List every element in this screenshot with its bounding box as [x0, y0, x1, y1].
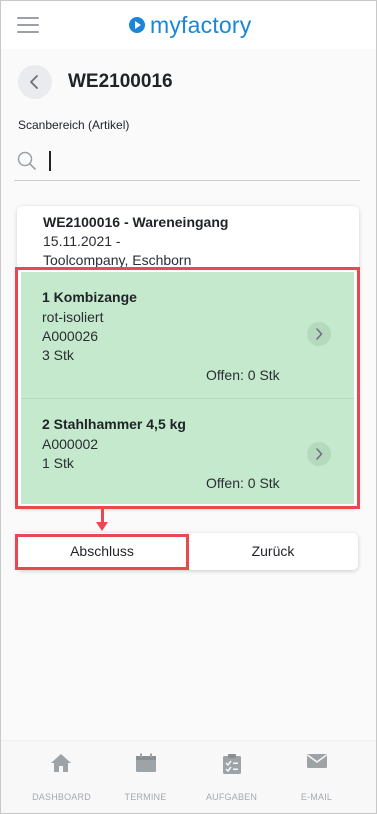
item-description: rot-isoliert: [42, 309, 104, 325]
item-quantity: 3 Stk: [42, 347, 74, 363]
list-item[interactable]: 2 Stahlhammer 4,5 kg A000002 1 Stk Offen…: [21, 398, 354, 504]
logo: myfactory: [129, 11, 251, 39]
app-header: myfactory: [1, 1, 376, 49]
bottom-navigation: DASHBOARD TERMINE AUFGABEN E-MAIL: [1, 740, 376, 813]
clipboard-icon: [223, 754, 241, 774]
item-number: A000002: [42, 436, 99, 452]
nav-tasks[interactable]: AUFGABEN: [185, 741, 278, 814]
nav-label: AUFGABEN: [205, 792, 258, 802]
back-button[interactable]: [18, 65, 52, 99]
menu-icon[interactable]: [17, 17, 39, 33]
search-underline: [14, 180, 360, 181]
item-list: 1 Kombizange rot-isoliert A000026 3 Stk …: [21, 272, 354, 504]
nav-label: E-MAIL: [300, 792, 333, 802]
logo-text: myfactory: [150, 11, 252, 38]
logo-play-icon: [129, 17, 145, 33]
item-detail-button[interactable]: [307, 442, 331, 466]
chevron-right-icon: [316, 328, 323, 340]
item-name: 2 Stahlhammer 4,5 kg: [42, 416, 186, 432]
page-title: WE2100016: [68, 71, 173, 92]
calendar-icon: [136, 753, 156, 772]
item-open-quantity: Offen: 0 Stk: [206, 475, 280, 491]
finish-button[interactable]: Abschluss: [17, 533, 187, 570]
item-number: A000026: [42, 328, 99, 344]
nav-label: DASHBOARD: [32, 792, 91, 802]
scan-input[interactable]: [44, 146, 359, 178]
home-icon: [51, 754, 71, 772]
item-detail-button[interactable]: [307, 322, 331, 346]
nav-appointments[interactable]: TERMINE: [99, 741, 192, 814]
back-text-button[interactable]: Zurück: [187, 533, 358, 570]
receipt-supplier: Toolcompany, Eschborn: [43, 252, 192, 268]
text-cursor: [49, 151, 51, 171]
item-quantity: 1 Stk: [42, 455, 74, 471]
list-item[interactable]: 1 Kombizange rot-isoliert A000026 3 Stk …: [21, 272, 354, 398]
chevron-right-icon: [316, 448, 323, 460]
receipt-header: WE2100016 - Wareneingang 15.11.2021 - To…: [43, 212, 228, 270]
chevron-left-icon: [30, 75, 38, 89]
item-open-quantity: Offen: 0 Stk: [206, 367, 280, 383]
nav-dashboard[interactable]: DASHBOARD: [15, 741, 108, 814]
receipt-date: 15.11.2021 -: [43, 233, 121, 249]
nav-label: TERMINE: [124, 792, 167, 802]
search-icon: [17, 151, 36, 170]
item-name: 1 Kombizange: [42, 289, 137, 305]
nav-email[interactable]: E-MAIL: [270, 741, 363, 814]
action-buttons: Abschluss Zurück: [17, 533, 358, 570]
mail-icon: [307, 754, 327, 768]
annotation-arrow-head: [96, 522, 108, 531]
receipt-title: WE2100016 - Wareneingang: [43, 214, 229, 230]
scan-area-label: Scanbereich (Artikel): [18, 118, 130, 132]
